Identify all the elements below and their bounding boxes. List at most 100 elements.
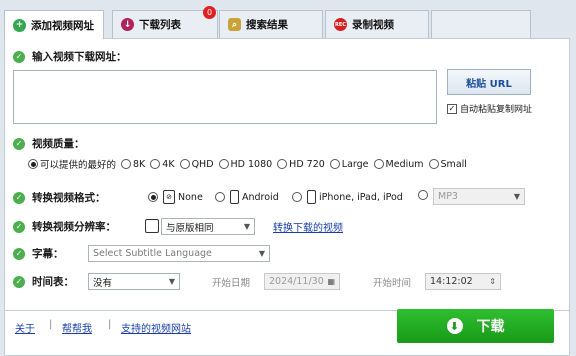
tab-empty (431, 10, 531, 38)
url-section-label: ✓ 输入视频下载网址： (13, 49, 127, 64)
video-url-input[interactable] (13, 70, 437, 124)
download-button-label: 下载 (476, 319, 505, 335)
tab-label: 录制视频 (352, 19, 394, 31)
radio-button[interactable] (150, 159, 161, 169)
quality-option-small[interactable]: Small (428, 158, 467, 170)
option-label: Small (440, 158, 467, 170)
chevron-down-icon: ▼ (513, 192, 520, 201)
option-label: QHD (191, 158, 214, 170)
radio-button[interactable] (148, 192, 158, 202)
download-count-badge: 0 (203, 6, 216, 19)
radio-button[interactable] (218, 159, 229, 169)
radio-button[interactable] (292, 192, 302, 202)
android-phone-icon (230, 190, 239, 204)
option-label: None (178, 191, 203, 203)
subtitle-placeholder: Select Subtitle Language (93, 248, 212, 259)
url-label-text: 输入视频下载网址： (32, 51, 127, 63)
autopaste-checkbox[interactable]: ✓ (447, 103, 457, 114)
radio-button[interactable] (121, 159, 132, 169)
radio-button[interactable] (418, 190, 428, 200)
tab-add-video-url[interactable]: + 添加视频网址 (4, 10, 104, 39)
paste-url-button[interactable]: 粘贴 URL (447, 69, 531, 95)
radio-button[interactable] (277, 159, 288, 169)
schedule-select[interactable]: 没有 ▼ (88, 273, 180, 290)
search-icon: ⌕ (228, 18, 241, 31)
quality-option-large[interactable]: Large (329, 158, 369, 170)
quality-label-text: 视频质量： (32, 138, 85, 150)
option-label: 4K (162, 158, 175, 170)
subtitle-label: ✓ 字幕： (13, 246, 64, 261)
download-arrow-icon: ⬇ (446, 318, 463, 334)
option-label: Android (242, 191, 279, 203)
autopaste-checkbox-row[interactable]: ✓ 自动粘贴复制网址 (447, 102, 532, 115)
format-option-mp3-radio[interactable] (418, 190, 430, 200)
separator: | (108, 319, 112, 330)
option-label: HD 1080 (230, 158, 273, 170)
resolution-label-text: 转换视频分辨率： (32, 221, 116, 233)
format-label-text: 转换视频格式： (32, 192, 106, 204)
radio-button[interactable] (179, 159, 190, 169)
quality-options: 可以提供的最好的 8K 4K QHD HD 1080 HD 720 Large … (28, 157, 472, 171)
separator: | (49, 319, 53, 330)
option-label: 8K (133, 158, 146, 170)
quality-option-8k[interactable]: 8K (121, 159, 145, 170)
tab-record-video[interactable]: REC 录制视频 (325, 10, 429, 38)
download-button[interactable]: ⬇ 下载 (397, 309, 554, 343)
start-date-value: 2024/11/30 (269, 276, 324, 287)
check-circle-icon: ✓ (13, 191, 25, 204)
check-circle-icon: ✓ (13, 247, 25, 260)
quality-option-4k[interactable]: 4K (150, 158, 175, 170)
option-label: Large (341, 158, 369, 170)
subtitle-select[interactable]: Select Subtitle Language ▼ (88, 245, 270, 262)
tab-bar: + 添加视频网址 ↓ 下载列表 0 ⌕ 搜索结果 REC 录制视频 (0, 0, 576, 39)
quality-option-medium[interactable]: Medium (373, 158, 424, 170)
quality-option-best[interactable]: 可以提供的最好的 (28, 157, 116, 171)
help-link[interactable]: 帮帮我 (62, 320, 92, 335)
radio-button[interactable] (329, 159, 340, 169)
main-panel: ✓ 输入视频下载网址： 粘贴 URL ✓ 自动粘贴复制网址 ✓ 视频质量： 可以… (4, 38, 570, 311)
quality-label: ✓ 视频质量： (13, 136, 85, 151)
no-device-icon: ⊘ (163, 190, 175, 204)
mp3-select[interactable]: MP3 ▼ (433, 188, 525, 205)
check-circle-icon: ✓ (13, 50, 25, 63)
download-icon: ↓ (121, 18, 134, 31)
start-time-value: 14:12:02 (430, 276, 473, 287)
tab-download-list[interactable]: ↓ 下载列表 (112, 10, 218, 38)
radio-button[interactable] (28, 159, 38, 169)
rec-icon: REC (334, 18, 347, 31)
supported-sites-link[interactable]: 支持的视频网站 (121, 320, 191, 335)
subtitle-label-text: 字幕： (32, 248, 64, 260)
resolution-select[interactable]: 与原版相同 ▼ (161, 218, 255, 235)
footer: 关于 | 帮帮我 | 支持的视频网站 ⬇ 下载 (4, 309, 570, 356)
start-date-picker[interactable]: 2024/11/30 ▦ (264, 273, 340, 290)
iphone-icon (307, 190, 316, 204)
resolution-label: ✓ 转换视频分辨率： (13, 219, 116, 234)
check-circle-icon: ✓ (13, 220, 25, 233)
autopaste-label: 自动粘贴复制网址 (460, 105, 533, 115)
mp3-select-value: MP3 (438, 191, 458, 202)
option-label: iPhone, iPad, iPod (319, 191, 403, 203)
schedule-label: ✓ 时间表： (13, 274, 74, 289)
convert-downloaded-link[interactable]: 转换下载的视频 (273, 219, 343, 234)
quality-option-qhd[interactable]: QHD (179, 158, 214, 170)
quality-option-hd720[interactable]: HD 720 (277, 159, 325, 170)
format-option-android[interactable]: Android (215, 190, 279, 204)
radio-button[interactable] (428, 159, 439, 169)
tab-search-results[interactable]: ⌕ 搜索结果 (219, 10, 323, 38)
start-time-picker[interactable]: 14:12:02 ⇕ (425, 273, 501, 290)
schedule-label-text: 时间表： (32, 276, 74, 288)
radio-button[interactable] (373, 159, 384, 169)
tab-label: 添加视频网址 (31, 19, 94, 32)
chevron-down-icon: ▼ (258, 249, 265, 258)
radio-button[interactable] (215, 192, 225, 202)
quality-option-hd1080[interactable]: HD 1080 (218, 158, 273, 170)
resolution-select-value: 与原版相同 (166, 222, 214, 234)
format-option-iphone[interactable]: iPhone, iPad, iPod (292, 190, 403, 204)
about-link[interactable]: 关于 (15, 320, 35, 335)
format-option-none[interactable]: ⊘ None (148, 190, 203, 204)
resolution-icon (145, 219, 159, 233)
check-circle-icon: ✓ (13, 275, 25, 288)
tab-label: 下载列表 (139, 19, 181, 31)
option-label: Medium (385, 158, 424, 170)
spinner-icon: ⇕ (489, 277, 496, 286)
